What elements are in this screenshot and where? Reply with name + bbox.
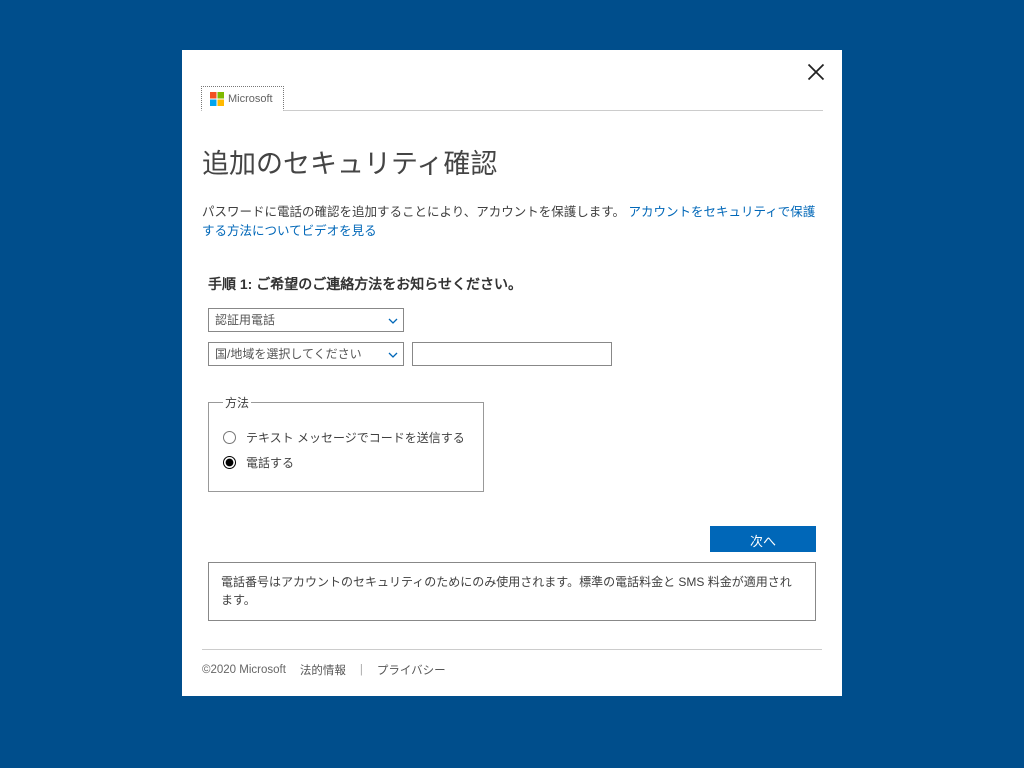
auth-method-select[interactable]: 認証用電話 bbox=[208, 308, 404, 332]
step-heading: 手順 1: ご希望のご連絡方法をお知らせください。 bbox=[202, 274, 822, 294]
phone-number-input[interactable] bbox=[412, 342, 612, 366]
method-label-call: 電話する bbox=[246, 454, 294, 471]
phone-notice: 電話番号はアカウントのセキュリティのためにのみ使用されます。標準の電話料金と S… bbox=[208, 562, 816, 621]
footer-privacy-link[interactable]: プライバシー bbox=[377, 662, 446, 678]
brand-label: Microsoft bbox=[228, 93, 273, 105]
method-label-sms: テキスト メッセージでコードを送信する bbox=[246, 429, 465, 446]
page-description: パスワードに電話の確認を追加することにより、アカウントを保護します。 アカウント… bbox=[202, 203, 822, 242]
brand-tab: Microsoft bbox=[201, 86, 284, 111]
desc-text: パスワードに電話の確認を追加することにより、アカウントを保護します。 bbox=[202, 205, 625, 219]
method-fieldset: 方法 テキスト メッセージでコードを送信する 電話する bbox=[208, 394, 484, 492]
method-radio-call[interactable] bbox=[223, 456, 236, 469]
country-region-select[interactable]: 国/地域を選択してください bbox=[208, 342, 404, 366]
chevron-down-icon bbox=[388, 315, 398, 325]
auth-method-value: 認証用電話 bbox=[215, 311, 275, 328]
method-legend: 方法 bbox=[223, 394, 251, 411]
close-button[interactable] bbox=[806, 62, 826, 82]
dialog-content: 追加のセキュリティ確認 パスワードに電話の確認を追加することにより、アカウントを… bbox=[182, 50, 842, 621]
page-title: 追加のセキュリティ確認 bbox=[202, 142, 822, 181]
header-divider bbox=[201, 110, 823, 111]
footer-copyright: ©2020 Microsoft bbox=[202, 664, 286, 676]
close-icon bbox=[806, 62, 826, 82]
chevron-down-icon bbox=[388, 349, 398, 359]
method-option-sms[interactable]: テキスト メッセージでコードを送信する bbox=[223, 429, 469, 446]
dialog-footer: ©2020 Microsoft 法的情報 | プライバシー bbox=[202, 649, 822, 696]
method-radio-sms[interactable] bbox=[223, 431, 236, 444]
footer-legal-link[interactable]: 法的情報 bbox=[300, 662, 346, 678]
country-region-value: 国/地域を選択してください bbox=[215, 345, 362, 362]
method-option-call[interactable]: 電話する bbox=[223, 454, 469, 471]
next-button[interactable]: 次へ bbox=[710, 526, 816, 552]
microsoft-logo-icon bbox=[210, 92, 224, 106]
security-verification-dialog: Microsoft 追加のセキュリティ確認 パスワードに電話の確認を追加すること… bbox=[182, 50, 842, 696]
footer-separator: | bbox=[360, 664, 363, 676]
